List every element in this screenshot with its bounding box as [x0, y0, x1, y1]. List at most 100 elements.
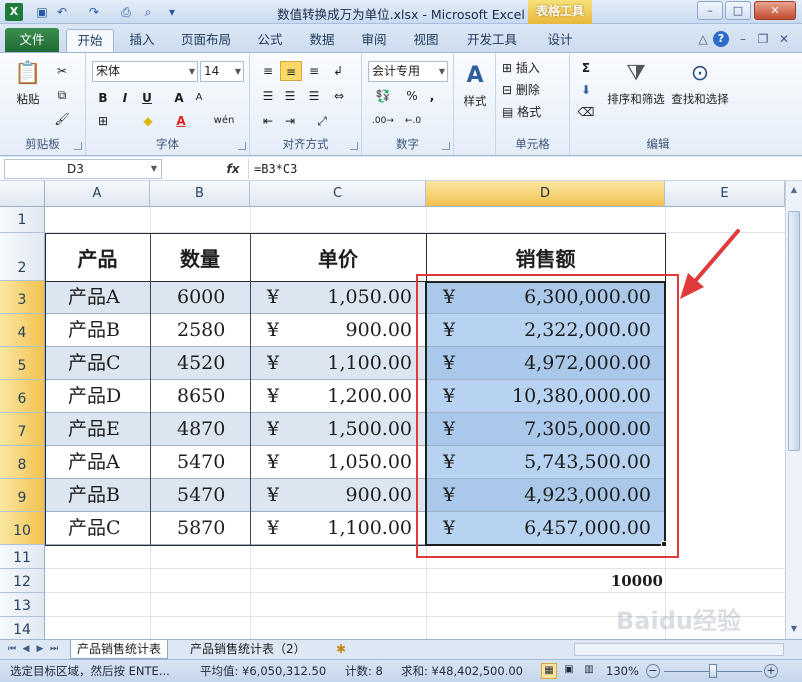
cut-icon[interactable]: ✂: [52, 61, 72, 81]
close-button[interactable]: ✕: [754, 1, 796, 20]
bold-button[interactable]: B: [94, 88, 112, 108]
font-size-select[interactable]: 14 ▼: [200, 61, 244, 82]
accounting-format-icon[interactable]: 💱: [370, 86, 396, 106]
product-cell[interactable]: 产品C: [46, 347, 150, 380]
row-header[interactable]: 11: [0, 545, 45, 569]
next-sheet-icon[interactable]: ▶: [34, 643, 46, 655]
product-cell[interactable]: 产品A: [46, 281, 150, 314]
underline-button[interactable]: U: [138, 88, 156, 108]
price-cell[interactable]: ¥900.00: [251, 314, 426, 347]
font-name-select[interactable]: 宋体 ▼: [92, 61, 198, 82]
scroll-down-icon[interactable]: ▼: [788, 623, 800, 635]
price-cell[interactable]: ¥1,050.00: [251, 281, 426, 314]
increase-decimal-icon[interactable]: .00→: [370, 111, 396, 131]
price-cell[interactable]: ¥1,500.00: [251, 413, 426, 446]
column-header-e[interactable]: E: [665, 181, 785, 207]
row-header[interactable]: 7: [0, 413, 45, 446]
cell-d12[interactable]: 10000: [545, 569, 663, 593]
number-launcher[interactable]: [442, 142, 450, 150]
page-break-view-icon[interactable]: ▥: [581, 663, 597, 679]
quantity-cell[interactable]: 6000: [151, 281, 250, 314]
row-header[interactable]: 14: [0, 617, 45, 639]
normal-view-icon[interactable]: ▦: [541, 663, 557, 679]
align-center-icon[interactable]: ☰: [280, 86, 300, 106]
horizontal-scrollbar[interactable]: [574, 643, 784, 656]
merge-center-icon[interactable]: ⇔: [328, 86, 350, 106]
comma-style-button[interactable]: ,: [424, 86, 440, 106]
increase-indent-icon[interactable]: ⇥: [280, 111, 300, 131]
clear-icon[interactable]: ⌫: [576, 102, 596, 122]
price-cell[interactable]: ¥900.00: [251, 479, 426, 512]
insert-cells-button[interactable]: ⊞ 插入: [502, 58, 562, 78]
sheet-tab[interactable]: 产品销售统计表（2）: [184, 640, 312, 659]
quantity-cell[interactable]: 5470: [151, 446, 250, 479]
find-select-button[interactable]: ⊙ 查找和选择: [668, 59, 732, 107]
decrease-indent-icon[interactable]: ⇤: [258, 111, 278, 131]
wrap-text-icon[interactable]: ↲: [328, 61, 348, 81]
column-header-c[interactable]: C: [250, 181, 426, 207]
scroll-thumb[interactable]: [788, 211, 800, 451]
tab-developer[interactable]: 开发工具: [460, 29, 524, 52]
tab-design[interactable]: 设计: [540, 29, 580, 52]
price-cell[interactable]: ¥1,050.00: [251, 446, 426, 479]
delete-cells-button[interactable]: ⊟ 删除: [502, 80, 562, 100]
row-header[interactable]: 3: [0, 281, 45, 314]
worksheet-grid[interactable]: A B C D E 1 2 3 4 5 6 7 8 9 10 11 12 13 …: [0, 181, 802, 639]
shrink-font-button[interactable]: A: [190, 88, 208, 108]
column-header-a[interactable]: A: [45, 181, 150, 207]
sort-filter-button[interactable]: ⧩ 排序和筛选: [604, 59, 668, 107]
product-cell[interactable]: 产品C: [46, 512, 150, 545]
column-header-b[interactable]: B: [150, 181, 250, 207]
row-header[interactable]: 9: [0, 479, 45, 512]
clipboard-launcher[interactable]: [74, 142, 82, 150]
tab-insert[interactable]: 插入: [120, 29, 164, 52]
align-right-icon[interactable]: ☰: [304, 86, 324, 106]
fill-icon[interactable]: ⬇: [576, 80, 596, 100]
product-cell[interactable]: 产品A: [46, 446, 150, 479]
align-top-icon[interactable]: ≡: [258, 61, 278, 81]
tab-review[interactable]: 审阅: [354, 29, 394, 52]
last-sheet-icon[interactable]: ⏭: [48, 643, 60, 655]
decrease-decimal-icon[interactable]: ←.0: [400, 111, 426, 131]
font-launcher[interactable]: [238, 142, 246, 150]
first-sheet-icon[interactable]: ⏮: [6, 643, 18, 655]
row-header[interactable]: 13: [0, 593, 45, 617]
quantity-cell[interactable]: 4870: [151, 413, 250, 446]
copy-icon[interactable]: ⧉: [52, 85, 72, 105]
product-cell[interactable]: 产品B: [46, 479, 150, 512]
row-header[interactable]: 4: [0, 314, 45, 347]
minimize-button[interactable]: –: [697, 1, 723, 20]
zoom-in-icon[interactable]: +: [764, 664, 778, 678]
zoom-out-icon[interactable]: −: [646, 664, 660, 678]
align-middle-icon[interactable]: ≡: [280, 61, 302, 81]
vertical-scrollbar[interactable]: ▲ ▼: [785, 181, 802, 639]
window-minimize-icon[interactable]: –: [735, 31, 751, 47]
name-box[interactable]: D3 ▼: [4, 159, 162, 179]
scroll-up-icon[interactable]: ▲: [788, 184, 800, 196]
price-cell[interactable]: ¥1,100.00: [251, 512, 426, 545]
tab-page-layout[interactable]: 页面布局: [172, 29, 240, 52]
price-cell[interactable]: ¥1,100.00: [251, 347, 426, 380]
align-bottom-icon[interactable]: ≡: [304, 61, 324, 81]
quantity-cell[interactable]: 2580: [151, 314, 250, 347]
insert-function-button[interactable]: fx: [222, 159, 244, 179]
zoom-slider-thumb[interactable]: [709, 664, 717, 678]
row-header[interactable]: 1: [0, 207, 45, 233]
quantity-cell[interactable]: 5470: [151, 479, 250, 512]
page-layout-view-icon[interactable]: ▣: [561, 663, 577, 679]
paste-button[interactable]: 📋 粘贴: [8, 59, 48, 107]
borders-icon[interactable]: ⊞: [94, 111, 112, 131]
number-format-select[interactable]: 会计专用 ▼: [368, 61, 448, 82]
autosum-button[interactable]: Σ: [576, 58, 596, 78]
product-cell[interactable]: 产品D: [46, 380, 150, 413]
help-icon[interactable]: ?: [713, 31, 729, 47]
grow-font-button[interactable]: A: [170, 88, 188, 108]
tab-data[interactable]: 数据: [302, 29, 342, 52]
alignment-launcher[interactable]: [350, 142, 358, 150]
row-header[interactable]: 10: [0, 512, 45, 545]
row-header[interactable]: 12: [0, 569, 45, 593]
price-cell[interactable]: ¥1,200.00: [251, 380, 426, 413]
tab-file[interactable]: 文件: [5, 28, 59, 52]
tab-view[interactable]: 视图: [406, 29, 446, 52]
window-close-icon[interactable]: ✕: [776, 31, 792, 47]
